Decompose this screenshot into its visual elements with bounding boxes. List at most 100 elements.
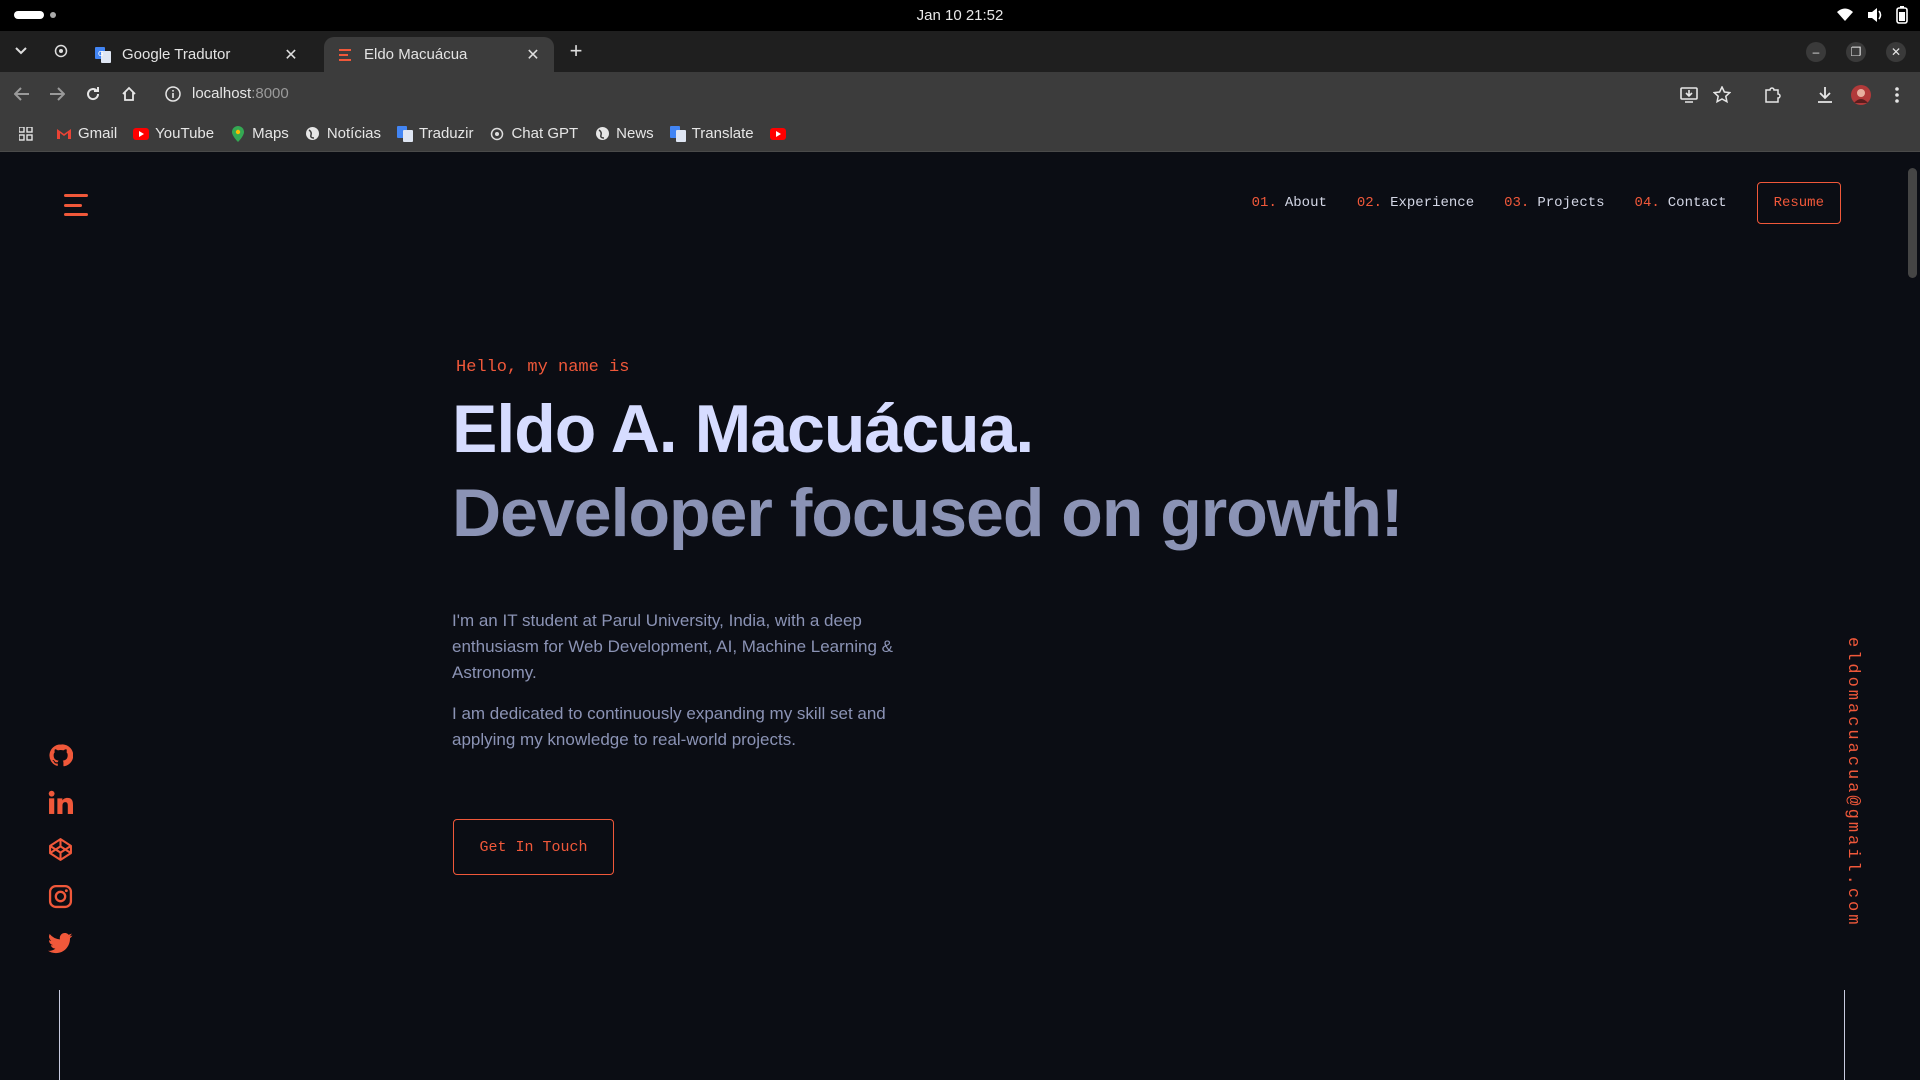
nav-link-projects[interactable]: 03. Projects <box>1504 195 1604 211</box>
email-link[interactable]: eldomacuacua@gmail.com <box>1843 637 1862 927</box>
reload-button[interactable] <box>82 83 104 105</box>
youtube-icon <box>133 126 150 142</box>
restore-button[interactable]: ❐ <box>1846 42 1866 62</box>
hero-name: Eldo A. Macuácua. <box>452 391 1034 467</box>
menu-line <box>64 213 88 216</box>
forward-button[interactable] <box>46 83 68 105</box>
info-icon[interactable] <box>164 85 182 103</box>
tab-title: Eldo Macuácua <box>364 46 468 63</box>
svg-text:G: G <box>98 50 103 58</box>
translate-icon <box>669 125 686 142</box>
bio-paragraph: I am dedicated to continuously expanding… <box>452 704 886 749</box>
url-host: localhost <box>192 85 252 102</box>
wifi-icon <box>1837 8 1853 21</box>
nav-number: 01. <box>1251 195 1277 211</box>
tab-eldo-macuacua[interactable]: Eldo Macuácua ✕ <box>324 37 554 72</box>
system-tray[interactable] <box>1836 6 1908 24</box>
close-tab-icon[interactable]: ✕ <box>282 46 300 64</box>
bookmark-label: Chat GPT <box>511 125 579 142</box>
address-bar[interactable]: localhost:8000 <box>156 78 1716 110</box>
nav-number: 03. <box>1504 195 1530 211</box>
new-tab-button[interactable]: + <box>565 40 587 63</box>
extensions-button[interactable] <box>1761 84 1783 106</box>
social-links <box>47 742 73 957</box>
menu-toggle-icon[interactable] <box>64 194 88 216</box>
instagram-icon[interactable] <box>47 883 73 910</box>
tab-google-tradutor[interactable]: G Google Tradutor ✕ <box>82 37 312 72</box>
chevron-down-icon <box>15 47 27 55</box>
bookmark-youtube[interactable]: YouTube <box>133 125 214 142</box>
github-icon[interactable] <box>47 742 73 769</box>
url-text[interactable]: localhost:8000 <box>192 85 289 102</box>
apps-button[interactable] <box>16 124 36 144</box>
scrollbar-thumb[interactable] <box>1908 168 1917 278</box>
battery-icon <box>1896 6 1908 24</box>
hero-tagline: Developer focused on growth! <box>452 475 1404 551</box>
bookmark-noticias[interactable]: Notícias <box>305 125 381 142</box>
reload-icon <box>87 87 100 101</box>
social-divider-line <box>59 990 60 1080</box>
nav-label: Experience <box>1390 195 1475 211</box>
menu-line <box>64 194 88 197</box>
star-icon <box>1713 86 1731 104</box>
bookmark-traduzir[interactable]: Traduzir <box>397 125 473 142</box>
bookmark-news[interactable]: News <box>594 125 654 142</box>
downloads-button[interactable] <box>1814 84 1836 106</box>
browser-menu-button[interactable] <box>1886 84 1908 106</box>
bookmark-label: News <box>616 125 654 142</box>
youtube-icon <box>769 126 786 142</box>
bookmark-label: Notícias <box>326 125 381 142</box>
back-button[interactable] <box>11 83 33 105</box>
nav-link-about[interactable]: 01. About <box>1252 195 1327 211</box>
nav-link-experience[interactable]: 02. Experience <box>1357 195 1474 211</box>
maps-icon <box>230 125 246 142</box>
translate-icon: G <box>94 46 112 64</box>
arrow-left-icon <box>14 87 29 101</box>
pinned-tab-chatgpt[interactable] <box>50 40 72 62</box>
url-port: :8000 <box>251 85 289 102</box>
bookmark-maps[interactable]: Maps <box>230 125 289 142</box>
menu-line <box>64 203 82 207</box>
bookmark-label: Maps <box>252 125 289 142</box>
home-button[interactable] <box>118 83 140 105</box>
twitter-icon[interactable] <box>47 930 73 957</box>
codepen-icon[interactable] <box>47 836 73 863</box>
minimize-button[interactable]: – <box>1806 42 1826 62</box>
globe-icon <box>594 126 610 142</box>
site-nav: 01. About 02. Experience 03. Projects 04. Co… <box>1252 182 1841 224</box>
profile-button[interactable] <box>1850 84 1872 106</box>
bio-paragraph: I'm an IT student at Parul University, I… <box>452 611 893 682</box>
bookmark-youtube-2[interactable] <box>769 126 792 142</box>
download-icon <box>1818 87 1832 103</box>
bookmark-star-button[interactable] <box>1711 84 1733 106</box>
nav-number: 04. <box>1634 195 1660 211</box>
os-clock[interactable]: Jan 10 21:52 <box>0 7 1920 24</box>
avatar <box>1851 85 1871 105</box>
hero-greeting: Hello, my name is <box>456 358 630 377</box>
close-tab-icon[interactable]: ✕ <box>524 46 542 64</box>
bookmark-translate[interactable]: Translate <box>669 125 754 142</box>
bookmark-gmail[interactable]: Gmail <box>56 125 117 142</box>
gmail-icon <box>56 126 72 142</box>
tab-search-button[interactable] <box>10 40 32 62</box>
nav-link-contact[interactable]: 04. Contact <box>1635 195 1727 211</box>
tab-strip: G Google Tradutor ✕ Eldo Macuácua ✕ + – … <box>0 31 1920 72</box>
nav-label: Contact <box>1667 195 1727 211</box>
resume-button[interactable]: Resume <box>1756 182 1841 224</box>
close-window-button[interactable]: ✕ <box>1886 42 1906 62</box>
openai-icon <box>54 44 68 58</box>
install-app-button[interactable] <box>1678 84 1700 106</box>
linkedin-icon[interactable] <box>47 789 73 816</box>
openai-icon <box>489 126 505 142</box>
install-icon <box>1680 87 1698 103</box>
bookmark-label: Translate <box>691 125 754 142</box>
bookmark-label: Traduzir <box>419 125 474 142</box>
portfolio-page: 01. About 02. Experience 03. Projects 04. Co… <box>0 152 1905 1080</box>
nav-label: Projects <box>1537 195 1605 211</box>
browser-toolbar: localhost:8000 <box>0 72 1920 116</box>
bookmark-chatgpt[interactable]: Chat GPT <box>489 125 578 142</box>
translate-icon <box>397 125 413 142</box>
page-scrollbar[interactable] <box>1905 152 1920 1080</box>
tab-title: Google Tradutor <box>122 46 231 63</box>
get-in-touch-button[interactable]: Get In Touch <box>453 819 614 875</box>
